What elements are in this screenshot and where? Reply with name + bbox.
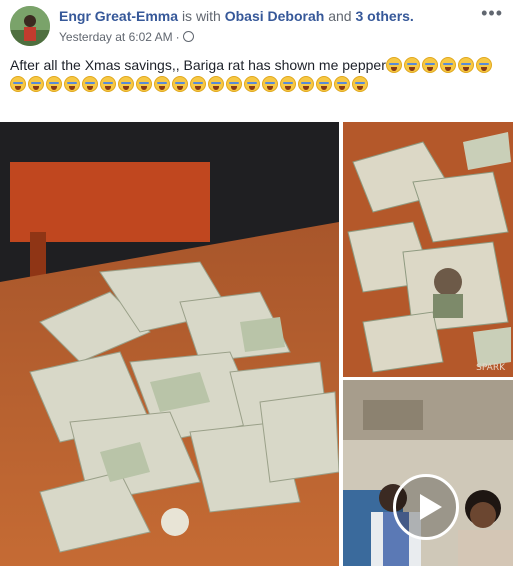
loudly-crying-face-icon	[10, 76, 26, 92]
photo-top-right[interactable]: SPARK	[343, 122, 513, 377]
loudly-crying-face-icon	[385, 57, 402, 73]
loudly-crying-face-icon	[154, 76, 170, 92]
author-avatar[interactable]	[10, 6, 50, 46]
post-attribution: Engr Great-Emma is with Obasi Deborah an…	[59, 8, 414, 25]
loudly-crying-face-icon	[262, 76, 278, 92]
with-text: is with	[181, 8, 221, 24]
photo-main[interactable]	[0, 122, 339, 566]
post-text: After all the Xmas savings,, Bariga rat …	[10, 56, 505, 94]
play-button-icon[interactable]	[393, 474, 459, 540]
photo-watermark: SPARK	[476, 363, 505, 373]
loudly-crying-face-icon	[244, 76, 260, 92]
author-name-link[interactable]: Engr Great-Emma	[59, 8, 178, 24]
loudly-crying-face-icon	[136, 76, 152, 92]
loudly-crying-face-icon	[46, 76, 62, 92]
loudly-crying-face-icon	[403, 57, 420, 73]
post-body-text: After all the Xmas savings,, Bariga rat …	[10, 57, 386, 73]
loudly-crying-face-icon	[334, 76, 350, 92]
post-meta: Yesterday at 6:02 AM ·	[59, 30, 194, 44]
loudly-crying-face-icon	[172, 76, 188, 92]
post-timestamp[interactable]: Yesterday at 6:02 AM	[59, 30, 173, 44]
globe-icon[interactable]	[182, 31, 194, 42]
post-header: Engr Great-Emma is with Obasi Deborah an…	[0, 0, 513, 52]
loudly-crying-face-icon	[208, 76, 224, 92]
photo-grid: SPARK	[0, 122, 513, 566]
tagged-person-link[interactable]: Obasi Deborah	[225, 8, 325, 24]
loudly-crying-face-icon	[421, 57, 438, 73]
others-link[interactable]: 3 others.	[355, 8, 413, 24]
video-thumbnail[interactable]	[343, 380, 513, 566]
loudly-crying-face-icon	[28, 76, 44, 92]
meta-separator: ·	[175, 30, 180, 44]
loudly-crying-face-icon	[457, 57, 474, 73]
loudly-crying-face-icon	[475, 57, 492, 73]
loudly-crying-face-icon	[226, 76, 242, 92]
loudly-crying-face-icon	[190, 76, 206, 92]
more-dots-icon[interactable]: •••	[481, 4, 503, 22]
loudly-crying-face-icon	[118, 76, 134, 92]
loudly-crying-face-icon	[82, 76, 98, 92]
loudly-crying-face-icon	[64, 76, 80, 92]
loudly-crying-face-icon	[316, 76, 332, 92]
loudly-crying-face-icon	[439, 57, 456, 73]
loudly-crying-face-icon	[280, 76, 296, 92]
loudly-crying-face-icon	[100, 76, 116, 92]
loudly-crying-face-icon	[352, 76, 368, 92]
and-text: and	[328, 8, 352, 24]
loudly-crying-face-icon	[298, 76, 314, 92]
